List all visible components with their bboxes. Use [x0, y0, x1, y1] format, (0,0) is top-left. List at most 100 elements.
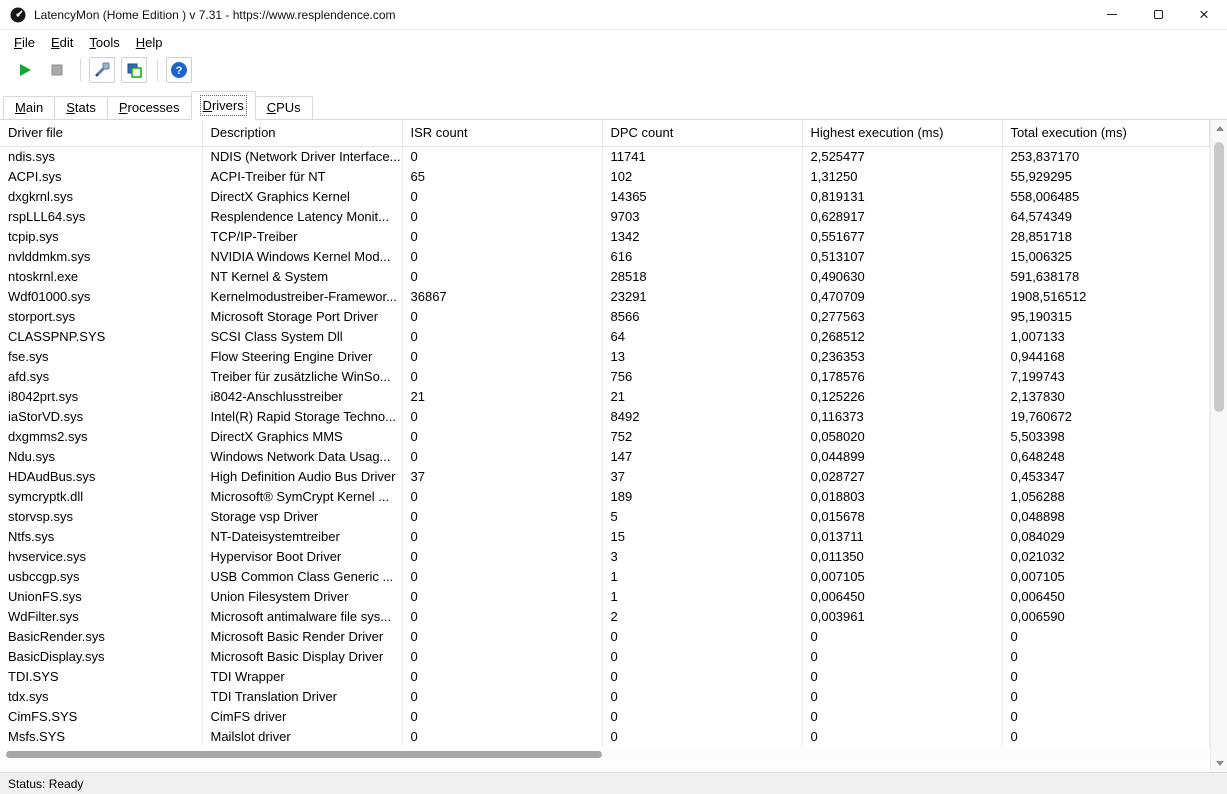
table-row[interactable]: WdFilter.sysMicrosoft antimalware file s… — [0, 607, 1210, 627]
table-row[interactable]: Wdf01000.sysKernelmodustreiber-Framewor.… — [0, 287, 1210, 307]
tab-processes[interactable]: Processes — [107, 96, 192, 120]
menu-item-tools[interactable]: Tools — [81, 33, 127, 52]
status-bar: Status: Ready — [0, 772, 1227, 794]
table-row[interactable]: BasicDisplay.sysMicrosoft Basic Display … — [0, 647, 1210, 667]
tab-label: Processes — [119, 100, 180, 115]
table-cell: ntoskrnl.exe — [0, 267, 202, 287]
maximize-icon — [1154, 10, 1163, 19]
table-cell: CimFS driver — [202, 707, 402, 727]
table-cell: symcryptk.dll — [0, 487, 202, 507]
horizontal-scrollbar[interactable] — [0, 748, 1210, 762]
table-cell: 0 — [402, 607, 602, 627]
table-cell: 0,015678 — [802, 507, 1002, 527]
table-row[interactable]: rspLLL64.sysResplendence Latency Monit..… — [0, 207, 1210, 227]
tab-main[interactable]: Main — [3, 96, 55, 120]
table-row[interactable]: symcryptk.dllMicrosoft® SymCrypt Kernel … — [0, 487, 1210, 507]
table-cell: afd.sys — [0, 367, 202, 387]
horizontal-scrollbar-thumb[interactable] — [6, 751, 602, 758]
menu-item-edit[interactable]: Edit — [43, 33, 81, 52]
table-row[interactable]: Ndu.sysWindows Network Data Usag...01470… — [0, 447, 1210, 467]
column-header[interactable]: DPC count — [602, 120, 802, 146]
table-row[interactable]: CimFS.SYSCimFS driver0000 — [0, 707, 1210, 727]
table-row[interactable]: nvlddmkm.sysNVIDIA Windows Kernel Mod...… — [0, 247, 1210, 267]
table-row[interactable]: tdx.sysTDI Translation Driver0000 — [0, 687, 1210, 707]
tab-cpus[interactable]: CPUs — [255, 96, 313, 120]
table-cell: 8492 — [602, 407, 802, 427]
column-header[interactable]: Total execution (ms) — [1002, 120, 1210, 146]
menu-item-help[interactable]: Help — [128, 33, 171, 52]
table-row[interactable]: HDAudBus.sysHigh Definition Audio Bus Dr… — [0, 467, 1210, 487]
table-row[interactable]: dxgkrnl.sysDirectX Graphics Kernel014365… — [0, 187, 1210, 207]
table-cell: Storage vsp Driver — [202, 507, 402, 527]
table-cell: 0,551677 — [802, 227, 1002, 247]
column-header[interactable]: Description — [202, 120, 402, 146]
table-cell: Microsoft Basic Display Driver — [202, 647, 402, 667]
stop-monitor-button[interactable] — [44, 57, 70, 83]
table-cell: nvlddmkm.sys — [0, 247, 202, 267]
table-cell: rspLLL64.sys — [0, 207, 202, 227]
stop-icon — [49, 62, 65, 78]
column-header[interactable]: Driver file — [0, 120, 202, 146]
menu-item-file[interactable]: File — [6, 33, 43, 52]
vertical-scrollbar[interactable] — [1210, 120, 1227, 772]
column-header[interactable]: Highest execution (ms) — [802, 120, 1002, 146]
table-cell: 2,137830 — [1002, 387, 1210, 407]
table-cell: Flow Steering Engine Driver — [202, 347, 402, 367]
table-row[interactable]: fse.sysFlow Steering Engine Driver0130,2… — [0, 347, 1210, 367]
help-button[interactable]: ? — [166, 57, 192, 83]
table-row[interactable]: afd.sysTreiber für zusätzliche WinSo...0… — [0, 367, 1210, 387]
table-cell: 23291 — [602, 287, 802, 307]
scroll-down-arrow-icon[interactable] — [1211, 755, 1227, 772]
latencymon-window: LatencyMon (Home Edition ) v 7.31 - http… — [0, 0, 1227, 794]
copy-report-button[interactable] — [121, 57, 147, 83]
table-row[interactable]: ntoskrnl.exeNT Kernel & System0285180,49… — [0, 267, 1210, 287]
table-cell: 0,470709 — [802, 287, 1002, 307]
table-row[interactable]: i8042prt.sysi8042-Anschlusstreiber21210,… — [0, 387, 1210, 407]
maximize-button[interactable] — [1135, 0, 1181, 30]
table-row[interactable]: dxgmms2.sysDirectX Graphics MMS07520,058… — [0, 427, 1210, 447]
scroll-up-arrow-icon[interactable] — [1211, 120, 1227, 137]
table-row[interactable]: BasicRender.sysMicrosoft Basic Render Dr… — [0, 627, 1210, 647]
table-cell: storport.sys — [0, 307, 202, 327]
svg-text:?: ? — [176, 65, 183, 77]
options-button[interactable] — [89, 57, 115, 83]
tab-drivers[interactable]: Drivers — [191, 91, 256, 120]
table-row[interactable]: storport.sysMicrosoft Storage Port Drive… — [0, 307, 1210, 327]
table-cell: 11741 — [602, 146, 802, 167]
table-cell: 0 — [1002, 687, 1210, 707]
table-row[interactable]: storvsp.sysStorage vsp Driver050,0156780… — [0, 507, 1210, 527]
table-row[interactable]: iaStorVD.sysIntel(R) Rapid Storage Techn… — [0, 407, 1210, 427]
column-header[interactable]: ISR count — [402, 120, 602, 146]
window-title: LatencyMon (Home Edition ) v 7.31 - http… — [34, 8, 396, 22]
table-cell: 0,048898 — [1002, 507, 1210, 527]
table-cell: CimFS.SYS — [0, 707, 202, 727]
table-row[interactable]: hvservice.sysHypervisor Boot Driver030,0… — [0, 547, 1210, 567]
table-cell: storvsp.sys — [0, 507, 202, 527]
table-row[interactable]: CLASSPNP.SYSSCSI Class System Dll0640,26… — [0, 327, 1210, 347]
table-body: ndis.sysNDIS (Network Driver Interface..… — [0, 146, 1210, 747]
minimize-button[interactable] — [1089, 0, 1135, 30]
close-button[interactable]: × — [1181, 0, 1227, 30]
table-cell: TDI.SYS — [0, 667, 202, 687]
table-row[interactable]: usbccgp.sysUSB Common Class Generic ...0… — [0, 567, 1210, 587]
table-row[interactable]: ndis.sysNDIS (Network Driver Interface..… — [0, 146, 1210, 167]
table-row[interactable]: UnionFS.sysUnion Filesystem Driver010,00… — [0, 587, 1210, 607]
table-cell: 0 — [402, 407, 602, 427]
table-cell: 95,190315 — [1002, 307, 1210, 327]
table-row[interactable]: Ntfs.sysNT-Dateisystemtreiber0150,013711… — [0, 527, 1210, 547]
table-cell: USB Common Class Generic ... — [202, 567, 402, 587]
table-cell: 0 — [1002, 627, 1210, 647]
tab-label: CPUs — [267, 100, 301, 115]
vertical-scrollbar-thumb[interactable] — [1214, 142, 1224, 412]
table-row[interactable]: ACPI.sysACPI-Treiber für NT651021,312505… — [0, 167, 1210, 187]
start-monitor-button[interactable] — [12, 57, 38, 83]
table-cell: Microsoft® SymCrypt Kernel ... — [202, 487, 402, 507]
table-row[interactable]: Msfs.SYSMailslot driver0000 — [0, 727, 1210, 747]
minimize-icon — [1107, 14, 1117, 15]
table-row[interactable]: TDI.SYSTDI Wrapper0000 — [0, 667, 1210, 687]
table-cell: 0 — [402, 247, 602, 267]
tab-stats[interactable]: Stats — [54, 96, 108, 120]
table-cell: 0,513107 — [802, 247, 1002, 267]
table-row[interactable]: tcpip.sysTCP/IP-Treiber013420,55167728,8… — [0, 227, 1210, 247]
table-cell: DirectX Graphics MMS — [202, 427, 402, 447]
